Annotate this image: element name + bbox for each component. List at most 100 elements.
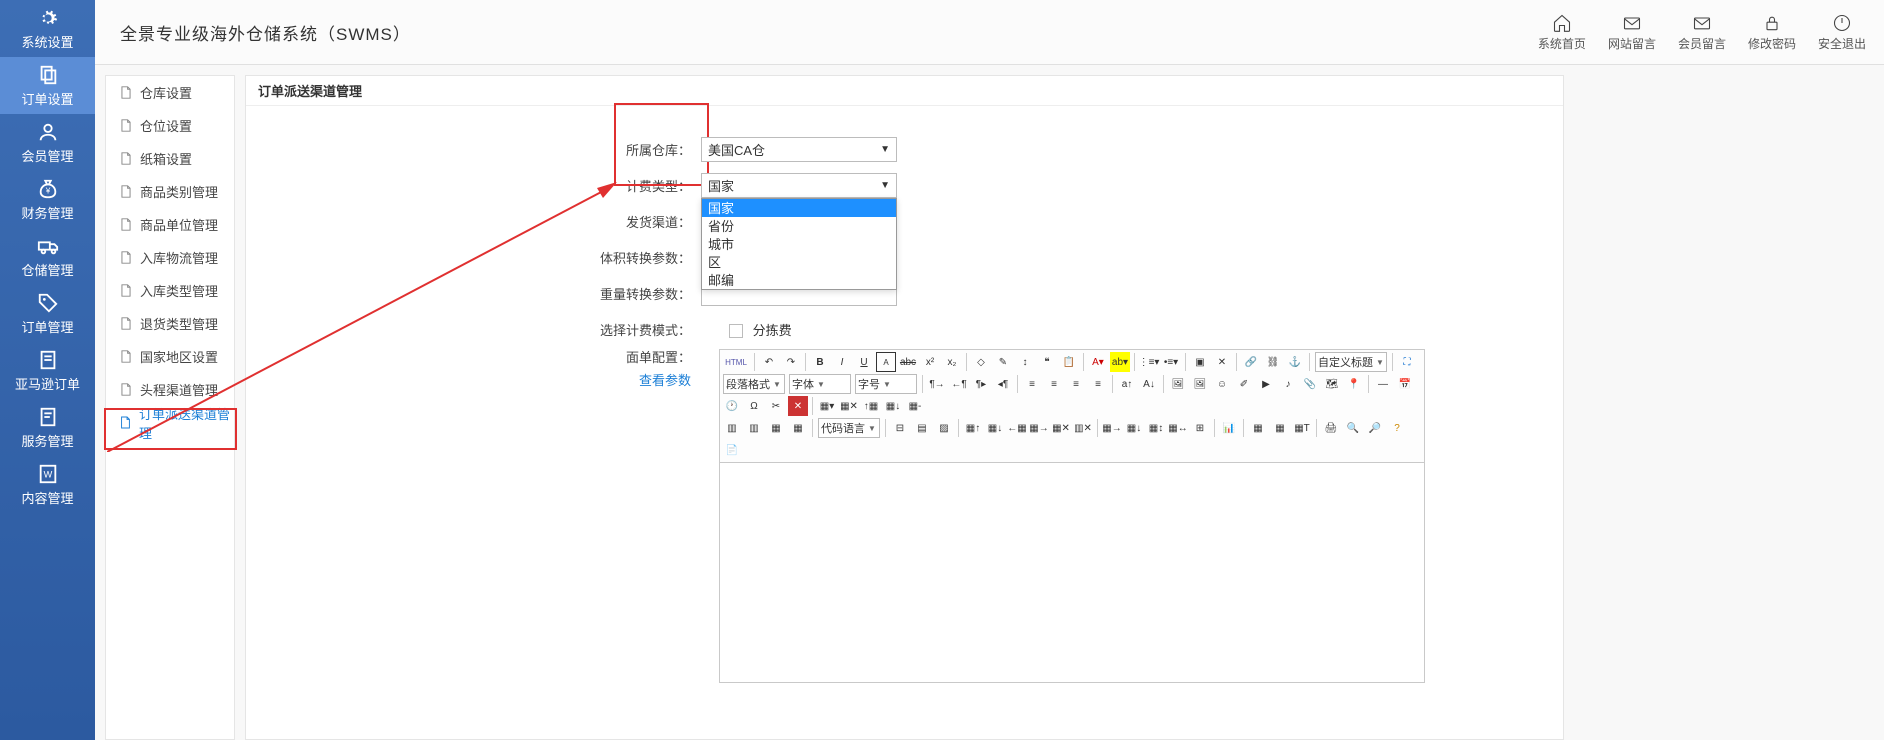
- link-view-params[interactable]: 查看参数: [639, 370, 691, 389]
- tb-preview-icon[interactable]: 🔍: [1343, 418, 1363, 438]
- tb-special-icon[interactable]: Ω: [744, 396, 764, 416]
- tb-clear-icon[interactable]: ✕: [1212, 352, 1232, 372]
- tb-code-lang-select[interactable]: 代码语言▼: [818, 418, 880, 438]
- vnav-content[interactable]: W 内容管理: [0, 456, 95, 513]
- sidemenu-slot-settings[interactable]: 仓位设置: [106, 109, 234, 142]
- tb-size-select[interactable]: 字号▼: [855, 374, 917, 394]
- option-postal[interactable]: 邮编: [702, 271, 896, 289]
- tb-rtl-icon[interactable]: ◂¶: [993, 374, 1013, 394]
- tb-emoji-icon[interactable]: ☺: [1212, 374, 1232, 394]
- tb-table-title-icon[interactable]: ▦T: [1292, 418, 1312, 438]
- tb-eraser-icon[interactable]: ◇: [971, 352, 991, 372]
- vnav-service[interactable]: 服务管理: [0, 399, 95, 456]
- tb-autotype-icon[interactable]: ↕: [1015, 352, 1035, 372]
- tb-paste-icon[interactable]: 📋: [1059, 352, 1079, 372]
- vnav-order[interactable]: 订单管理: [0, 285, 95, 342]
- tb-anchor-icon[interactable]: ⚓: [1285, 352, 1305, 372]
- action-home[interactable]: 系统首页: [1538, 13, 1586, 52]
- vnav-amazon[interactable]: 亚马逊订单: [0, 342, 95, 399]
- tb-insert-row-after-icon[interactable]: ▦↓: [985, 418, 1005, 438]
- tb-redo-icon[interactable]: ↷: [781, 352, 801, 372]
- tb-table-icon[interactable]: ▦▾: [817, 396, 837, 416]
- tb-align-left-icon[interactable]: ≡: [1022, 374, 1042, 394]
- vnav-member[interactable]: 会员管理: [0, 114, 95, 171]
- tb-insert-row-before-icon[interactable]: ▦↑: [963, 418, 983, 438]
- tb-fullscreen-icon[interactable]: ⛶: [1397, 352, 1417, 372]
- tb-time-icon[interactable]: 🕐: [722, 396, 742, 416]
- tb-strike-icon[interactable]: abc: [898, 352, 918, 372]
- tb-ol-icon[interactable]: ⋮≡▾: [1139, 352, 1159, 372]
- tb-ul-icon[interactable]: •≡▾: [1161, 352, 1181, 372]
- tb-fontborder-icon[interactable]: A: [876, 352, 896, 372]
- vnav-warehouse[interactable]: 仓储管理: [0, 228, 95, 285]
- tb-link-icon[interactable]: 🔗: [1241, 352, 1261, 372]
- tb-pagebreak-icon[interactable]: ⊟: [890, 418, 910, 438]
- tb-custom-title-select[interactable]: 自定义标题▼: [1315, 352, 1387, 372]
- tb-merge-right-icon[interactable]: ▦→: [1102, 418, 1122, 438]
- tb-selectall-icon[interactable]: ▣: [1190, 352, 1210, 372]
- tb-image-icon[interactable]: 🖼: [1168, 374, 1188, 394]
- tb-backcolor-icon[interactable]: ab▾: [1110, 352, 1130, 372]
- tb-edit-td-icon[interactable]: ▦: [1270, 418, 1290, 438]
- tb-hr-icon[interactable]: —: [1373, 374, 1393, 394]
- tb-split-cols-icon[interactable]: ▦↔: [1168, 418, 1188, 438]
- tb-font-select[interactable]: 字体▼: [789, 374, 851, 394]
- sidemenu-delivery-channel[interactable]: 订单派送渠道管理: [106, 406, 234, 439]
- tb-wordimage-icon[interactable]: ✕: [788, 396, 808, 416]
- tb-forecolor-icon[interactable]: A▾: [1088, 352, 1108, 372]
- sidemenu-category[interactable]: 商品类别管理: [106, 175, 234, 208]
- option-city[interactable]: 城市: [702, 235, 896, 253]
- tb-insert-col-after-icon[interactable]: ▦→: [1029, 418, 1049, 438]
- option-country[interactable]: 国家: [702, 199, 896, 217]
- sidemenu-unit[interactable]: 商品单位管理: [106, 208, 234, 241]
- tb-merge-down-icon[interactable]: ▦↓: [1124, 418, 1144, 438]
- sidemenu-first-leg-channel[interactable]: 头程渠道管理: [106, 373, 234, 406]
- tb-italic-icon[interactable]: I: [832, 352, 852, 372]
- select-billing-type[interactable]: 国家 ▼: [701, 173, 897, 198]
- tb-snapscreen-icon[interactable]: ✂: [766, 396, 786, 416]
- tb-bold-icon[interactable]: B: [810, 352, 830, 372]
- tb-music-icon[interactable]: ♪: [1278, 374, 1298, 394]
- action-change-pwd[interactable]: 修改密码: [1748, 13, 1796, 52]
- tb-del-col-icon[interactable]: ▥: [744, 418, 764, 438]
- tb-multi-image-icon[interactable]: 🖼: [1190, 374, 1210, 394]
- tb-attach-icon[interactable]: 📎: [1300, 374, 1320, 394]
- tb-outdent-icon[interactable]: ←¶: [949, 374, 969, 394]
- tb-quote-icon[interactable]: ❝: [1037, 352, 1057, 372]
- option-province[interactable]: 省份: [702, 217, 896, 235]
- tb-print-icon[interactable]: 🖨: [1321, 418, 1341, 438]
- vnav-order-settings[interactable]: 订单设置: [0, 57, 95, 114]
- tb-scrawl-icon[interactable]: ✐: [1234, 374, 1254, 394]
- tb-split-all-icon[interactable]: ⊞: [1190, 418, 1210, 438]
- tb-align-justify-icon[interactable]: ≡: [1088, 374, 1108, 394]
- tb-del-row-icon[interactable]: ▦-: [905, 396, 925, 416]
- tb-del-table-icon[interactable]: ▦✕: [839, 396, 859, 416]
- tb-superscript-icon[interactable]: x²: [920, 352, 940, 372]
- tb-background-icon[interactable]: ▨: [934, 418, 954, 438]
- action-site-msg[interactable]: 网站留言: [1608, 13, 1656, 52]
- sidemenu-warehouse-settings[interactable]: 仓库设置: [106, 76, 234, 109]
- tb-insert-para-before-icon[interactable]: ↑▦: [861, 396, 881, 416]
- tb-align-right-icon[interactable]: ≡: [1066, 374, 1086, 394]
- tb-find-icon[interactable]: 🔎: [1365, 418, 1385, 438]
- vnav-finance[interactable]: ¥ 财务管理: [0, 171, 95, 228]
- tb-edit-table-icon[interactable]: ▦: [1248, 418, 1268, 438]
- sidemenu-inbound-type[interactable]: 入库类型管理: [106, 274, 234, 307]
- tb-tolowercase-icon[interactable]: A↓: [1139, 374, 1159, 394]
- tb-unlink-icon[interactable]: ⛓: [1263, 352, 1283, 372]
- tb-touppercase-icon[interactable]: a↑: [1117, 374, 1137, 394]
- sidemenu-inbound-logistics[interactable]: 入库物流管理: [106, 241, 234, 274]
- action-member-msg[interactable]: 会员留言: [1678, 13, 1726, 52]
- tb-video-icon[interactable]: ▶: [1256, 374, 1276, 394]
- tb-split-rows-icon[interactable]: ▦↕: [1146, 418, 1166, 438]
- tb-split-cell-icon[interactable]: ▦: [788, 418, 808, 438]
- checkbox-sorting-fee[interactable]: [729, 324, 743, 338]
- tb-template-icon[interactable]: ▤: [912, 418, 932, 438]
- option-district[interactable]: 区: [702, 253, 896, 271]
- tb-help-icon[interactable]: ?: [1387, 418, 1407, 438]
- tb-align-center-icon[interactable]: ≡: [1044, 374, 1064, 394]
- tb-html[interactable]: HTML: [722, 352, 750, 372]
- sidemenu-country-region[interactable]: 国家地区设置: [106, 340, 234, 373]
- tb-insert-row-icon[interactable]: ▦↓: [883, 396, 903, 416]
- tb-insert-col-before-icon[interactable]: ←▦: [1007, 418, 1027, 438]
